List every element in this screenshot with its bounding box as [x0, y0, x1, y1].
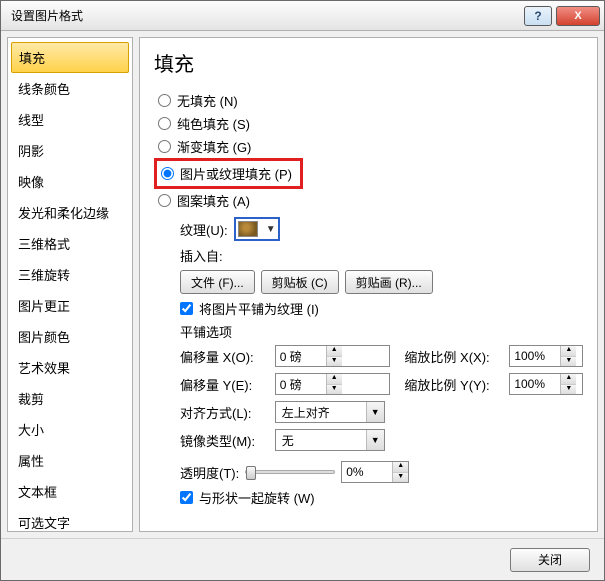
texture-label: 纹理(U):: [180, 220, 228, 239]
tile-checkbox-label: 将图片平铺为纹理 (I): [199, 299, 319, 318]
chevron-down-icon: ▼: [366, 402, 384, 422]
rotate-with-shape-checkbox[interactable]: [180, 491, 193, 504]
sidebar-item-crop[interactable]: 裁剪: [8, 383, 132, 414]
sidebar-item-pic-color[interactable]: 图片颜色: [8, 321, 132, 352]
sidebar-item-properties[interactable]: 属性: [8, 445, 132, 476]
spinner-down-icon[interactable]: ▼: [327, 357, 342, 367]
main-panel: 填充 无填充 (N) 纯色填充 (S) 渐变填充 (G) 图片或纹理填充 (P): [139, 37, 598, 532]
scale-y-spinner[interactable]: ▲▼: [509, 373, 583, 395]
radio-no-fill-input[interactable]: [158, 94, 171, 107]
offset-y-input[interactable]: [276, 374, 326, 394]
panel-heading: 填充: [154, 48, 583, 77]
chevron-down-icon: ▼: [366, 430, 384, 450]
spinner-up-icon[interactable]: ▲: [327, 374, 342, 385]
sidebar-item-artistic[interactable]: 艺术效果: [8, 352, 132, 383]
mirror-select[interactable]: 无 ▼: [275, 429, 385, 451]
highlight-box: 图片或纹理填充 (P): [154, 158, 303, 189]
sidebar-item-pic-correct[interactable]: 图片更正: [8, 290, 132, 321]
scale-x-spinner[interactable]: ▲▼: [509, 345, 583, 367]
sidebar-item-shadow[interactable]: 阴影: [8, 135, 132, 166]
scale-y-input[interactable]: [510, 374, 560, 394]
scale-y-label: 缩放比例 Y(Y):: [404, 375, 495, 394]
radio-no-fill-label: 无填充 (N): [177, 91, 238, 110]
radio-pattern-fill-input[interactable]: [158, 194, 171, 207]
offset-y-label: 偏移量 Y(E):: [180, 375, 261, 394]
radio-gradient-fill-label: 渐变填充 (G): [177, 137, 251, 156]
tile-options-heading: 平铺选项: [180, 322, 583, 341]
offset-x-spinner[interactable]: ▲▼: [275, 345, 391, 367]
insert-from-label: 插入自:: [180, 246, 583, 265]
tile-checkbox-row[interactable]: 将图片平铺为纹理 (I): [180, 299, 583, 318]
insert-file-button[interactable]: 文件 (F)...: [180, 270, 255, 294]
spinner-up-icon[interactable]: ▲: [561, 374, 576, 385]
radio-pattern-fill-label: 图案填充 (A): [177, 191, 250, 210]
titlebar: 设置图片格式 ? X: [1, 1, 604, 31]
dialog-body: 填充 线条颜色 线型 阴影 映像 发光和柔化边缘 三维格式 三维旋转 图片更正 …: [1, 31, 604, 538]
radio-picture-fill-input[interactable]: [161, 167, 174, 180]
spinner-up-icon[interactable]: ▲: [561, 346, 576, 357]
texture-swatch-icon: [238, 221, 258, 237]
radio-gradient-fill-input[interactable]: [158, 140, 171, 153]
sidebar-item-fill[interactable]: 填充: [11, 42, 129, 73]
radio-pattern-fill[interactable]: 图案填充 (A): [154, 189, 583, 212]
sidebar-item-alt-text[interactable]: 可选文字: [8, 507, 132, 532]
align-select[interactable]: 左上对齐 ▼: [275, 401, 385, 423]
spinner-down-icon[interactable]: ▼: [327, 385, 342, 395]
radio-picture-fill[interactable]: 图片或纹理填充 (P): [157, 162, 292, 185]
spinner-down-icon[interactable]: ▼: [561, 357, 576, 367]
transparency-input[interactable]: [342, 462, 392, 482]
rotate-with-shape-row[interactable]: 与形状一起旋转 (W): [180, 488, 583, 507]
sidebar-item-3d-format[interactable]: 三维格式: [8, 228, 132, 259]
format-picture-dialog: 设置图片格式 ? X 填充 线条颜色 线型 阴影 映像 发光和柔化边缘 三维格式…: [0, 0, 605, 581]
transparency-slider[interactable]: [245, 470, 335, 474]
insert-clipart-button[interactable]: 剪贴画 (R)...: [345, 270, 433, 294]
texture-picker[interactable]: ▼: [234, 217, 280, 241]
align-select-value: 左上对齐: [282, 404, 366, 421]
tile-checkbox[interactable]: [180, 302, 193, 315]
chevron-down-icon: ▼: [266, 224, 276, 235]
radio-gradient-fill[interactable]: 渐变填充 (G): [154, 135, 583, 158]
sidebar-item-textbox[interactable]: 文本框: [8, 476, 132, 507]
offset-y-spinner[interactable]: ▲▼: [275, 373, 391, 395]
spinner-down-icon[interactable]: ▼: [393, 473, 408, 483]
sidebar-item-line-color[interactable]: 线条颜色: [8, 73, 132, 104]
rotate-with-shape-label: 与形状一起旋转 (W): [199, 488, 315, 507]
scale-x-input[interactable]: [510, 346, 560, 366]
sidebar-item-reflection[interactable]: 映像: [8, 166, 132, 197]
dialog-title: 设置图片格式: [11, 7, 520, 24]
transparency-spinner[interactable]: ▲▼: [341, 461, 409, 483]
offset-x-input[interactable]: [276, 346, 326, 366]
help-button[interactable]: ?: [524, 6, 552, 26]
sidebar-item-glow[interactable]: 发光和柔化边缘: [8, 197, 132, 228]
close-button[interactable]: 关闭: [510, 548, 590, 572]
radio-picture-fill-label: 图片或纹理填充 (P): [180, 164, 292, 183]
spinner-up-icon[interactable]: ▲: [327, 346, 342, 357]
window-close-button[interactable]: X: [556, 6, 600, 26]
radio-solid-fill[interactable]: 纯色填充 (S): [154, 112, 583, 135]
category-sidebar: 填充 线条颜色 线型 阴影 映像 发光和柔化边缘 三维格式 三维旋转 图片更正 …: [7, 37, 133, 532]
scale-x-label: 缩放比例 X(X):: [404, 347, 495, 366]
mirror-select-value: 无: [282, 432, 366, 449]
slider-thumb-icon[interactable]: [246, 466, 256, 480]
align-label: 对齐方式(L):: [180, 403, 261, 422]
mirror-label: 镜像类型(M):: [180, 431, 261, 450]
sidebar-item-3d-rotation[interactable]: 三维旋转: [8, 259, 132, 290]
offset-x-label: 偏移量 X(O):: [180, 347, 261, 366]
radio-no-fill[interactable]: 无填充 (N): [154, 89, 583, 112]
sidebar-item-size[interactable]: 大小: [8, 414, 132, 445]
insert-clipboard-button[interactable]: 剪贴板 (C): [261, 270, 339, 294]
radio-solid-fill-label: 纯色填充 (S): [177, 114, 250, 133]
dialog-footer: 关闭: [1, 538, 604, 580]
spinner-up-icon[interactable]: ▲: [393, 462, 408, 473]
spinner-down-icon[interactable]: ▼: [561, 385, 576, 395]
transparency-label: 透明度(T):: [180, 463, 239, 482]
sidebar-item-line-style[interactable]: 线型: [8, 104, 132, 135]
radio-solid-fill-input[interactable]: [158, 117, 171, 130]
